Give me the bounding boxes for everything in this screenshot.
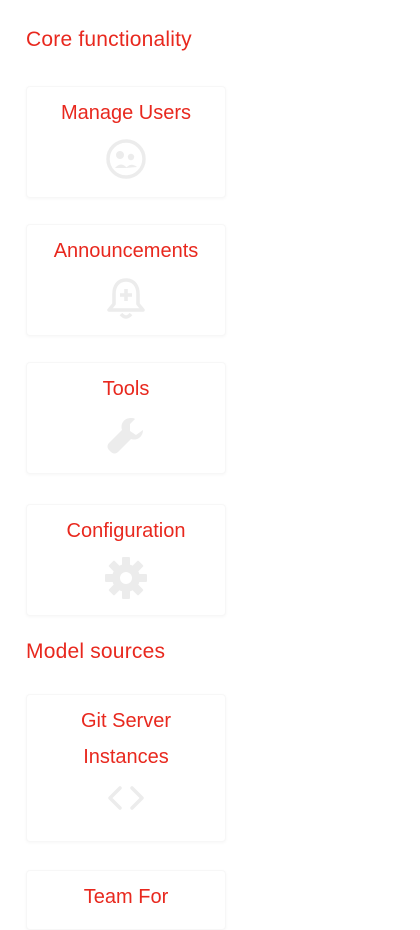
card-team-for[interactable]: Team For: [26, 870, 226, 930]
card-git-server-instances[interactable]: Git Server Instances: [26, 694, 226, 842]
bell-plus-icon: [104, 275, 148, 321]
card-announcements[interactable]: Announcements: [26, 224, 226, 336]
card-label: Manage Users: [60, 102, 192, 124]
code-brackets-icon: [104, 781, 148, 815]
card-label: Team For: [83, 886, 169, 908]
card-label-line-1: Git Server: [80, 710, 172, 732]
section-title-model-sources: Model sources: [26, 640, 166, 663]
users-face-icon: [104, 137, 148, 181]
gear-icon: [103, 555, 149, 601]
admin-dashboard: Core functionality Manage Users Announce…: [0, 0, 420, 930]
section-title-core: Core functionality: [26, 28, 192, 51]
card-tools[interactable]: Tools: [26, 362, 226, 474]
card-label: Tools: [102, 378, 150, 400]
card-label: Configuration: [66, 520, 186, 542]
card-label: Announcements: [53, 240, 199, 262]
card-configuration[interactable]: Configuration: [26, 504, 226, 616]
wrench-icon: [104, 413, 148, 457]
card-label-line-2: Instances: [83, 746, 169, 768]
card-manage-users[interactable]: Manage Users: [26, 86, 226, 198]
